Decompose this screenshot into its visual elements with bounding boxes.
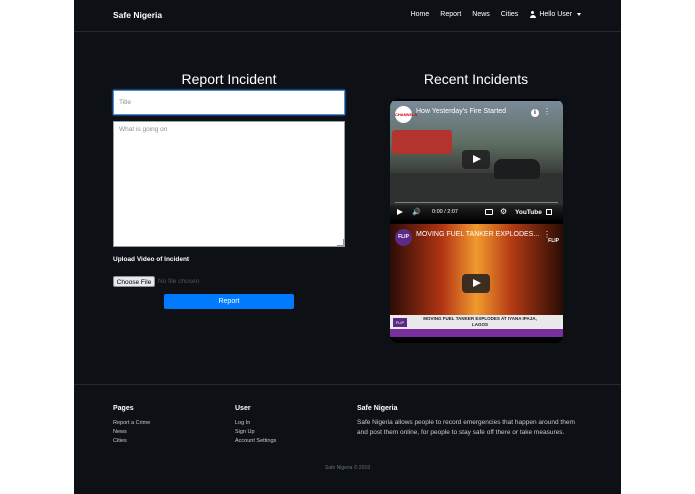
- footer-link-news[interactable]: News: [113, 429, 127, 435]
- channel-logo-small: FLIP: [393, 318, 407, 327]
- video-list: CHANNELS How Yesterday's Fire Started i …: [390, 99, 563, 343]
- recent-incidents-heading: Recent Incidents: [423, 71, 529, 87]
- footer-pages-heading: Pages: [113, 405, 134, 412]
- channel-logo[interactable]: FLIP: [395, 229, 412, 246]
- footer-link-cities[interactable]: Cities: [113, 438, 127, 444]
- resize-handle-icon[interactable]: [337, 239, 344, 246]
- video-thumbnail-truck: [392, 130, 452, 154]
- upload-label: Upload Video of Incident: [113, 256, 190, 263]
- play-icon[interactable]: [397, 209, 403, 215]
- video-player-2[interactable]: FLIP MOVING FUEL TANKER EXPLODES... ⋮ FL…: [390, 224, 563, 337]
- footer-link-account-settings[interactable]: Account Settings: [235, 438, 276, 444]
- user-menu[interactable]: Hello User: [529, 11, 581, 18]
- chevron-down-icon: [577, 13, 581, 16]
- report-button[interactable]: Report: [164, 294, 294, 309]
- navbar: Safe Nigeria Home Report News Cities Hel…: [74, 0, 621, 32]
- video-player-1[interactable]: CHANNELS How Yesterday's Fire Started i …: [390, 101, 563, 220]
- video-title[interactable]: How Yesterday's Fire Started: [416, 108, 506, 115]
- play-button[interactable]: [462, 150, 490, 169]
- footer-link-sign-up[interactable]: Sign Up: [235, 429, 255, 435]
- info-icon[interactable]: i: [531, 109, 539, 117]
- no-file-text: No file chosen: [158, 278, 200, 285]
- nav-links: Home Report News Cities Hello User: [411, 11, 581, 18]
- youtube-logo[interactable]: YouTube: [515, 209, 542, 216]
- nav-link-report[interactable]: Report: [440, 11, 461, 18]
- report-heading: Report Incident: [181, 71, 277, 87]
- title-input[interactable]: [113, 90, 345, 115]
- footer-link-report-a-crime[interactable]: Report a Crime: [113, 420, 150, 426]
- channel-logo[interactable]: CHANNELS: [395, 106, 417, 123]
- progress-bar[interactable]: [395, 202, 558, 203]
- footer-about-heading: Safe Nigeria: [357, 405, 398, 412]
- footer-link-log-in[interactable]: Log In: [235, 420, 250, 426]
- footer-divider: [74, 384, 621, 385]
- brand-logo[interactable]: Safe Nigeria: [113, 10, 162, 20]
- description-textarea[interactable]: [113, 121, 345, 247]
- video-controls: 🔊 0:00 / 2:07 ⚙ YouTube: [390, 205, 563, 220]
- gear-icon[interactable]: ⚙: [500, 207, 507, 216]
- caption-strip: [390, 329, 563, 337]
- overlay-tag: FLIP: [548, 238, 559, 244]
- copyright: Safe Nigeria © 2019: [324, 465, 371, 471]
- fullscreen-icon[interactable]: [546, 209, 552, 215]
- play-button[interactable]: [462, 274, 490, 293]
- news-caption: MOVING FUEL TANKER EXPLODES AT IYANA IPA…: [423, 316, 537, 327]
- video-time: 0:00 / 2:07: [432, 209, 458, 215]
- news-caption-bar: MOVING FUEL TANKER EXPLODES AT IYANA IPA…: [390, 315, 563, 329]
- nav-link-cities[interactable]: Cities: [501, 11, 519, 18]
- volume-icon[interactable]: 🔊: [412, 208, 421, 216]
- footer-user-heading: User: [235, 405, 251, 412]
- video-title[interactable]: MOVING FUEL TANKER EXPLODES...: [416, 231, 539, 238]
- choose-file-button[interactable]: Choose File: [113, 276, 155, 287]
- nav-link-home[interactable]: Home: [411, 11, 430, 18]
- app-window: Safe Nigeria Home Report News Cities Hel…: [74, 0, 621, 494]
- video-thumbnail-car: [494, 159, 540, 179]
- more-vertical-icon[interactable]: ⋮: [543, 107, 551, 116]
- user-menu-label: Hello User: [539, 11, 572, 18]
- captions-icon[interactable]: [485, 209, 493, 215]
- nav-link-news[interactable]: News: [472, 11, 490, 18]
- footer-about-text: Safe Nigeria allows people to record eme…: [357, 419, 575, 436]
- user-icon: [529, 11, 536, 18]
